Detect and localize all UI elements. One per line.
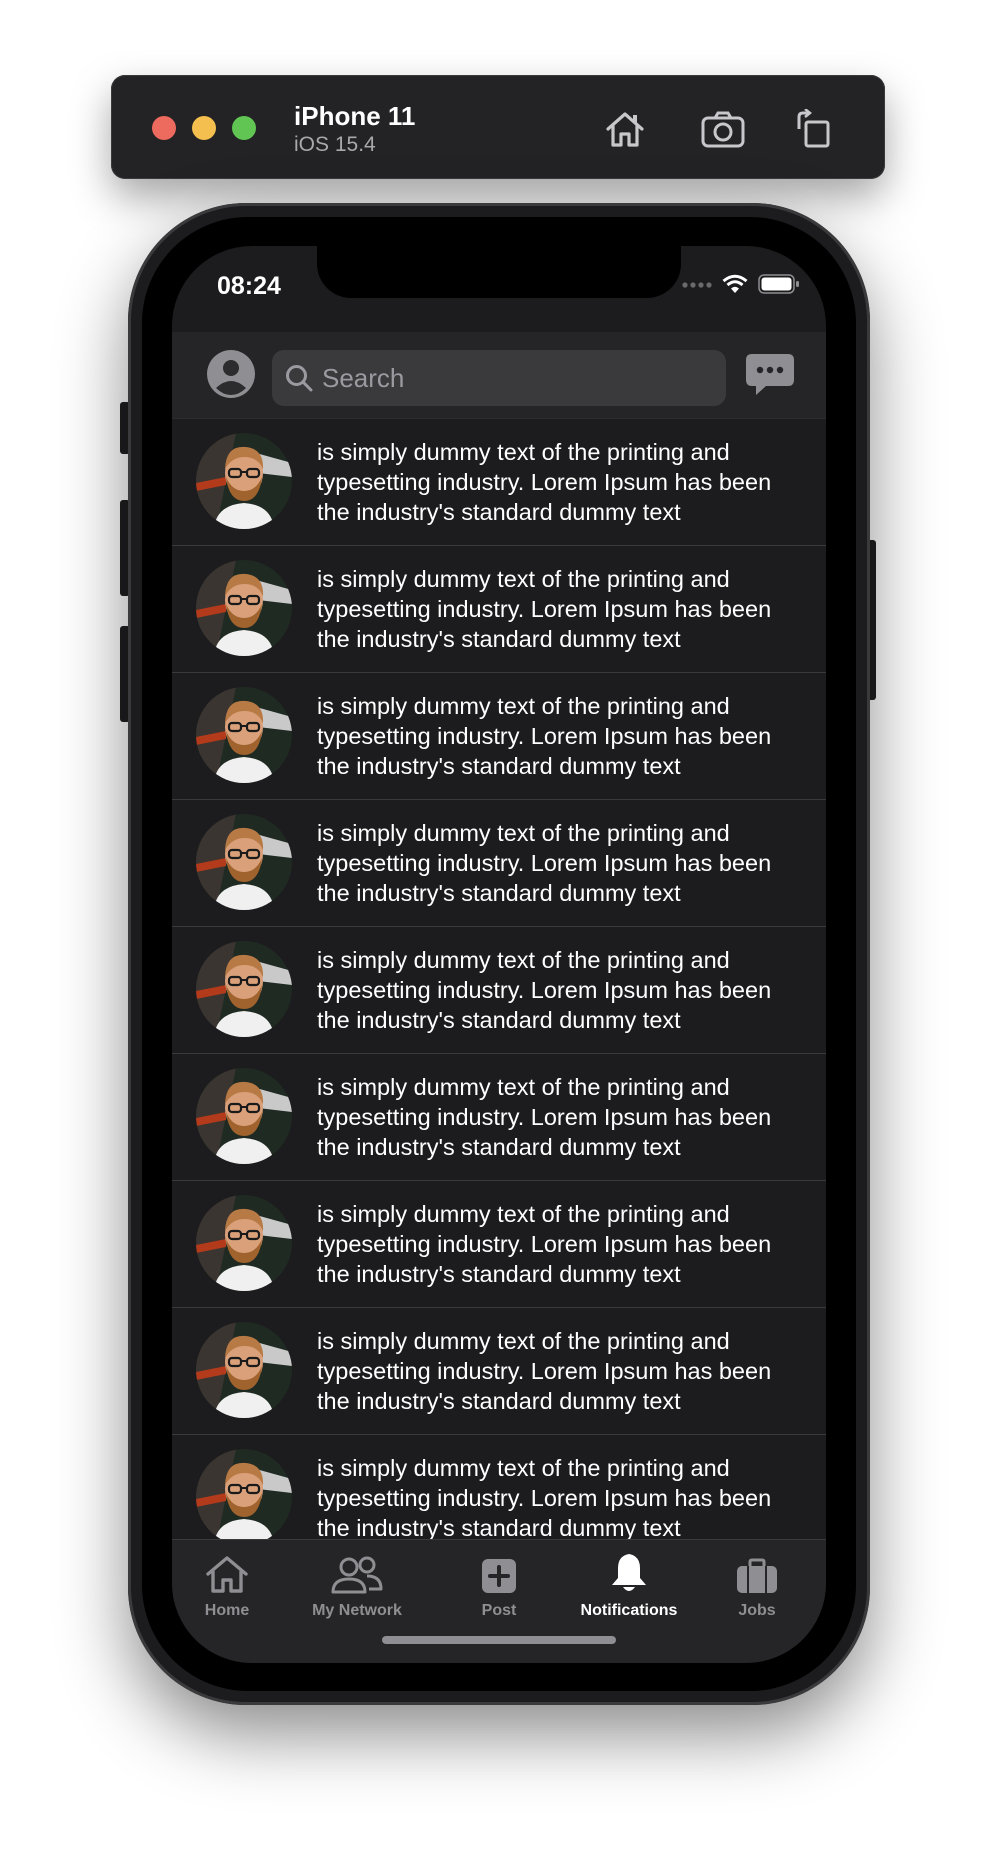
notification-text: is simply dummy text of the printing and… xyxy=(317,439,772,525)
tab-jobs[interactable]: Jobs xyxy=(692,1540,822,1620)
avatar xyxy=(196,941,292,1037)
notification-row[interactable]: is simply dummy text of the printing and… xyxy=(172,1181,826,1308)
notification-text: is simply dummy text of the printing and… xyxy=(317,693,772,779)
avatar xyxy=(196,814,292,910)
avatar xyxy=(196,1068,292,1164)
tab-notifications[interactable]: Notifications xyxy=(564,1540,694,1620)
profile-avatar-icon[interactable] xyxy=(207,350,255,398)
notch xyxy=(317,246,681,298)
tab-post[interactable]: Post xyxy=(434,1540,564,1620)
notification-list: is simply dummy text of the printing and… xyxy=(172,419,826,1539)
search-bar[interactable] xyxy=(272,350,726,406)
avatar xyxy=(196,560,292,656)
notification-row[interactable]: is simply dummy text of the printing and… xyxy=(172,419,826,546)
notification-text: is simply dummy text of the printing and… xyxy=(317,947,772,1033)
status-icons xyxy=(682,274,800,294)
device-name: iPhone 11 xyxy=(294,101,416,131)
rotate-icon xyxy=(797,109,830,148)
notification-text: is simply dummy text of the printing and… xyxy=(317,1201,772,1287)
avatar xyxy=(196,687,292,783)
avatar xyxy=(196,1195,292,1291)
briefcase-icon xyxy=(737,1558,777,1593)
home-icon xyxy=(206,1556,248,1593)
tab-my-network[interactable]: My Network xyxy=(292,1540,422,1620)
tab-label: Post xyxy=(481,1602,517,1619)
search-icon xyxy=(286,365,313,392)
bell-icon xyxy=(612,1554,646,1591)
notification-text: is simply dummy text of the printing and… xyxy=(317,1455,772,1539)
tab-home[interactable]: Home xyxy=(172,1540,292,1620)
tab-label: Notifications xyxy=(580,1602,678,1619)
screenshot-button[interactable] xyxy=(699,105,747,153)
status-time: 08:24 xyxy=(217,272,281,300)
avatar xyxy=(196,1449,292,1539)
tab-bar: Home My Network Post Notifications Jobs xyxy=(172,1539,826,1663)
post-icon xyxy=(482,1559,516,1593)
avatar xyxy=(196,1322,292,1418)
network-icon xyxy=(331,1556,383,1594)
rotate-button[interactable] xyxy=(789,105,837,153)
notification-row[interactable]: is simply dummy text of the printing and… xyxy=(172,1054,826,1181)
notification-row[interactable]: is simply dummy text of the printing and… xyxy=(172,927,826,1054)
top-nav-bar xyxy=(172,332,826,419)
os-version: iOS 15.4 xyxy=(294,133,376,156)
zoom-window-button[interactable] xyxy=(232,116,256,140)
notification-row[interactable]: is simply dummy text of the printing and… xyxy=(172,673,826,800)
avatar xyxy=(196,433,292,529)
home-button[interactable] xyxy=(601,105,649,153)
phone-screen: 08:24 Search is simply dummy text of the… xyxy=(172,246,826,1663)
wifi-icon xyxy=(722,274,748,293)
notification-text: is simply dummy text of the printing and… xyxy=(317,1328,772,1414)
screenshot-icon xyxy=(701,111,745,148)
notification-row[interactable]: is simply dummy text of the printing and… xyxy=(172,1308,826,1435)
close-window-button[interactable] xyxy=(152,116,176,140)
messages-icon[interactable] xyxy=(744,350,796,398)
simulator-toolbar: iPhone 11 iOS 15.4 xyxy=(111,75,885,179)
notification-row[interactable]: is simply dummy text of the printing and… xyxy=(172,800,826,927)
home-indicator xyxy=(382,1636,616,1644)
tab-label: Jobs xyxy=(738,1602,776,1619)
signal-icon xyxy=(682,282,712,288)
search-input[interactable] xyxy=(320,361,704,395)
battery-icon xyxy=(758,274,799,294)
tab-label: Home xyxy=(204,1602,250,1619)
notification-row[interactable]: is simply dummy text of the printing and… xyxy=(172,1435,826,1539)
notification-text: is simply dummy text of the printing and… xyxy=(317,1074,772,1160)
notification-text: is simply dummy text of the printing and… xyxy=(317,820,772,906)
notification-text: is simply dummy text of the printing and… xyxy=(317,566,772,652)
minimize-window-button[interactable] xyxy=(192,116,216,140)
notification-row[interactable]: is simply dummy text of the printing and… xyxy=(172,546,826,673)
home-icon xyxy=(606,112,644,147)
tab-label: My Network xyxy=(312,1602,402,1619)
